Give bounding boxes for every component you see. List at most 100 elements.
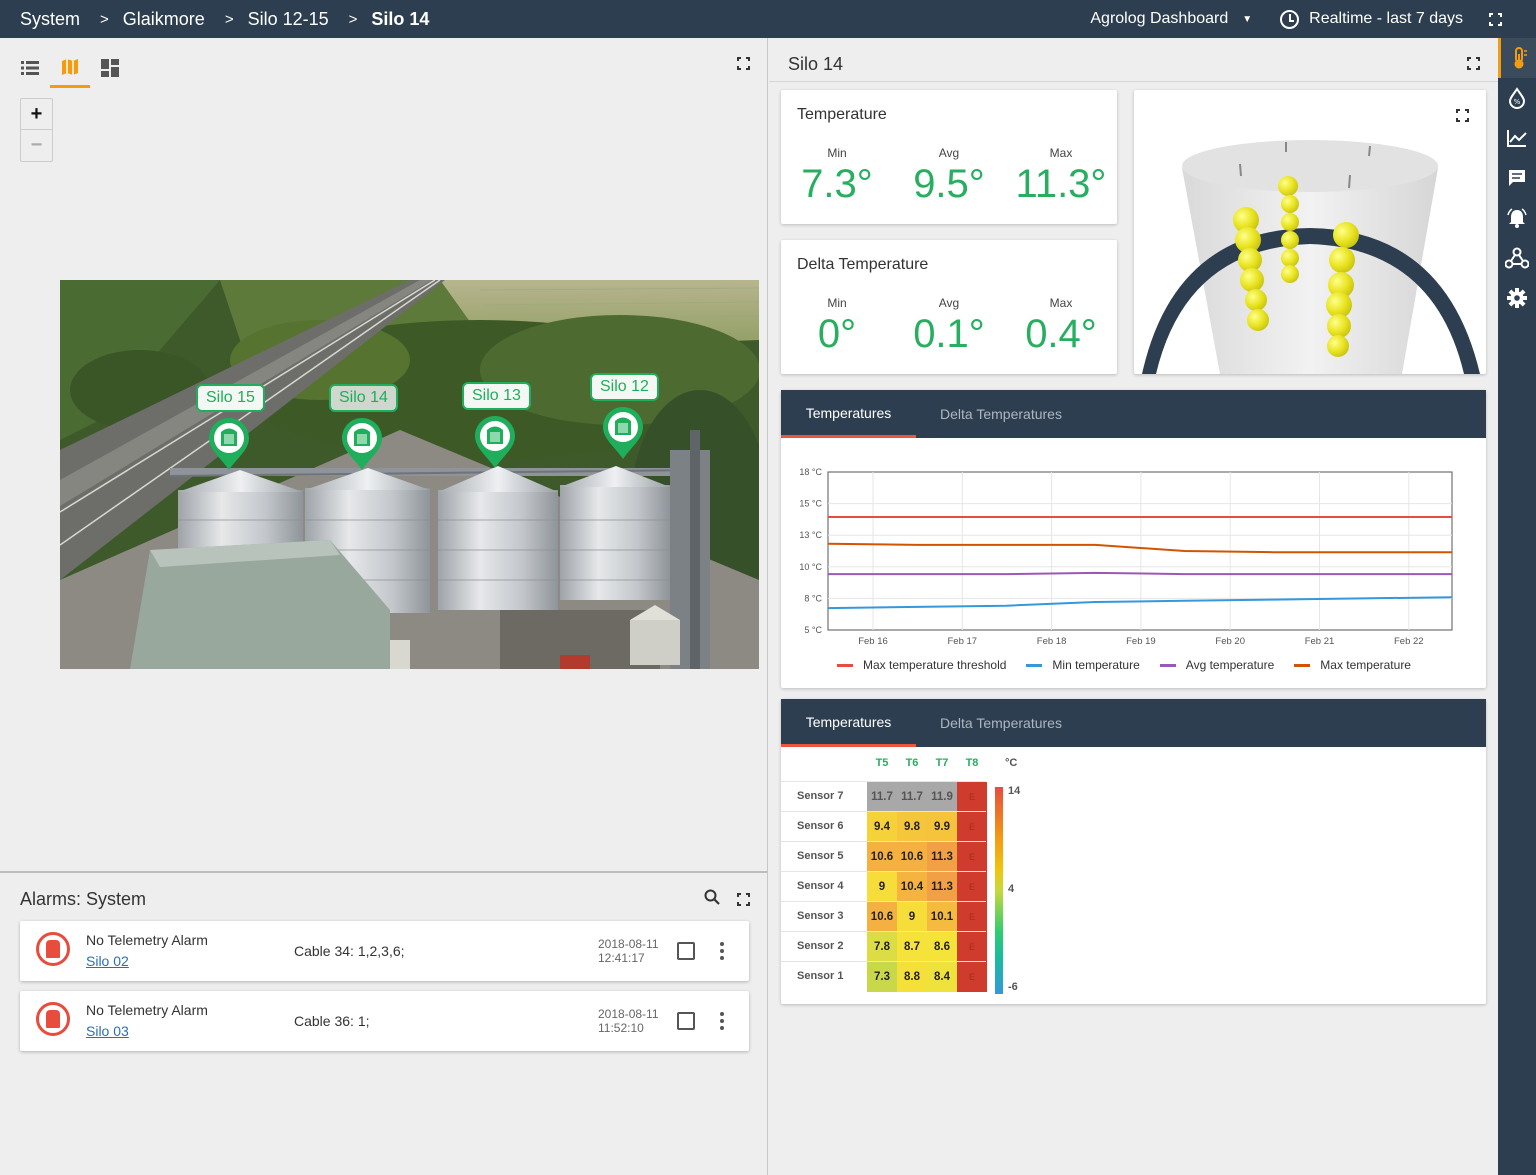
tab-delta-temperatures[interactable]: Delta Temperatures [926, 699, 1076, 747]
sidebar-item-comments[interactable] [1498, 158, 1536, 198]
silo-marker-icon [207, 416, 251, 472]
map-widget: + − [0, 38, 768, 871]
stat-avg: Avg 9.5° [893, 146, 1005, 207]
y-tick-label: 8 °C [804, 593, 822, 603]
silo-3d-view[interactable] [1134, 90, 1486, 374]
zoom-out-button[interactable]: − [21, 130, 52, 161]
heatmap-row-label: Sensor 2 [797, 940, 843, 952]
x-tick-label: Feb 19 [1126, 636, 1156, 647]
heatmap-cell[interactable]: 10.6 [897, 842, 927, 872]
fullscreen-icon[interactable] [737, 893, 750, 906]
silo-detail-panel: Silo 14 Temperature Min 7.3° Avg 9.5° Ma… [769, 38, 1498, 1175]
list-view-button[interactable] [10, 48, 50, 88]
heatmap-cell[interactable]: E [957, 842, 987, 872]
stat-max: Max 11.3° [1005, 146, 1117, 207]
heatmap-tabs: Temperatures Delta Temperatures [781, 699, 1486, 747]
zoom-control: + − [20, 98, 53, 162]
heatmap-cell[interactable]: 8.8 [897, 962, 927, 992]
breadcrumb-item-silo-12-15[interactable]: Silo 12-15 [248, 9, 329, 30]
stat-label: Avg [893, 146, 1005, 160]
tab-temperatures[interactable]: Temperatures [781, 699, 916, 747]
heatmap-cell[interactable]: E [957, 902, 987, 932]
heatmap-cell[interactable]: 11.3 [927, 842, 957, 872]
more-vert-icon[interactable] [720, 1012, 724, 1030]
alarm-card[interactable]: No Telemetry Alarm Silo 03 Cable 36: 1; … [20, 991, 749, 1051]
fullscreen-icon[interactable] [737, 57, 750, 70]
legend-item[interactable]: Min temperature [1026, 658, 1139, 672]
heatmap-cell[interactable]: 9.4 [867, 812, 897, 842]
color-scale-label: -6 [1008, 981, 1018, 993]
heatmap-cell[interactable]: 9.8 [897, 812, 927, 842]
heatmap-cell[interactable]: 8.7 [897, 932, 927, 962]
heatmap-cell[interactable]: 7.8 [867, 932, 897, 962]
search-icon[interactable] [704, 889, 720, 905]
aerial-photo-drawing [60, 280, 759, 669]
sidebar-item-alarms[interactable] [1498, 198, 1536, 238]
marker-label: Silo 15 [196, 384, 265, 412]
dashboard-select[interactable]: Agrolog Dashboard ▼ [1090, 10, 1252, 28]
timewindow-button[interactable]: Realtime - last 7 days [1280, 10, 1463, 29]
fullscreen-icon[interactable] [1467, 57, 1480, 70]
heatmap-cell[interactable]: E [957, 932, 987, 962]
dashboard-icon [101, 59, 119, 77]
heatmap-cell[interactable]: 10.6 [867, 902, 897, 932]
comment-icon [1507, 168, 1527, 188]
zoom-in-button[interactable]: + [21, 99, 52, 130]
heatmap-cell[interactable]: 11.7 [897, 782, 927, 812]
tab-delta-temperatures[interactable]: Delta Temperatures [926, 390, 1076, 438]
series-line[interactable] [828, 573, 1452, 574]
map-view-button[interactable] [50, 48, 90, 88]
heatmap-cell[interactable]: 9 [897, 902, 927, 932]
heatmap-cell[interactable]: 8.4 [927, 962, 957, 992]
breadcrumb-item-system[interactable]: System [20, 9, 80, 30]
sidebar-item-settings[interactable] [1498, 278, 1536, 318]
heatmap-cell[interactable]: E [957, 962, 987, 992]
stat-label: Min [781, 296, 893, 310]
heatmap-cell[interactable]: 11.3 [927, 872, 957, 902]
sidebar-item-humidity[interactable]: % [1498, 78, 1536, 118]
clock-icon [1280, 10, 1299, 29]
stat-value: 7.3° [781, 162, 893, 207]
alarm-checkbox[interactable] [677, 942, 695, 960]
alarm-source-link[interactable]: Silo 03 [86, 1023, 129, 1039]
heatmap-cell[interactable]: 11.9 [927, 782, 957, 812]
heatmap-row: Sensor 310.6910.1E [781, 901, 986, 931]
legend-item[interactable]: Avg temperature [1160, 658, 1275, 672]
legend-item[interactable]: Max temperature threshold [837, 658, 1006, 672]
heatmap-cell[interactable]: E [957, 782, 987, 812]
more-vert-icon[interactable] [720, 942, 724, 960]
marker-label: Silo 14 [329, 384, 398, 412]
legend-item[interactable]: Max temperature [1294, 658, 1411, 672]
temperature-line-chart[interactable]: 18 °C15 °C13 °C10 °C8 °C5 °CFeb 16Feb 17… [781, 438, 1486, 688]
heatmap-cell[interactable]: 11.7 [867, 782, 897, 812]
heatmap-column-header: T7 [927, 757, 957, 769]
heatmap-cell[interactable]: E [957, 872, 987, 902]
alarm-name: No Telemetry Alarm [86, 1002, 208, 1018]
heatmap-row: Sensor 4910.411.3E [781, 871, 986, 901]
heatmap-cell[interactable]: 10.6 [867, 842, 897, 872]
y-tick-label: 5 °C [804, 625, 822, 635]
heatmap-cell[interactable]: 10.1 [927, 902, 957, 932]
alarm-card[interactable]: No Telemetry Alarm Silo 02 Cable 34: 1,2… [20, 921, 749, 981]
grid-view-button[interactable] [90, 48, 130, 88]
heatmap-cell[interactable]: 9.9 [927, 812, 957, 842]
heatmap-cell[interactable]: 7.3 [867, 962, 897, 992]
heatmap-cell[interactable]: 8.6 [927, 932, 957, 962]
heatmap-cell[interactable]: 9 [867, 872, 897, 902]
fullscreen-icon[interactable] [1456, 109, 1469, 122]
alarm-checkbox[interactable] [677, 1012, 695, 1030]
sidebar-item-network[interactable] [1498, 238, 1536, 278]
fullscreen-icon[interactable] [1489, 13, 1502, 26]
sidebar-item-chart[interactable] [1498, 118, 1536, 158]
heatmap-row-label: Sensor 7 [797, 790, 843, 802]
breadcrumb-item-glaikmore[interactable]: Glaikmore [123, 9, 205, 30]
heatmap-cell[interactable]: 10.4 [897, 872, 927, 902]
chart-icon [1506, 128, 1528, 148]
heatmap-cell[interactable]: E [957, 812, 987, 842]
alarm-source-link[interactable]: Silo 02 [86, 953, 129, 969]
tab-temperatures[interactable]: Temperatures [781, 390, 916, 438]
alarm-name: No Telemetry Alarm [86, 932, 208, 948]
series-line[interactable] [828, 544, 1452, 553]
caret-down-icon: ▼ [1242, 14, 1252, 25]
sidebar-item-temperature[interactable] [1498, 38, 1536, 78]
